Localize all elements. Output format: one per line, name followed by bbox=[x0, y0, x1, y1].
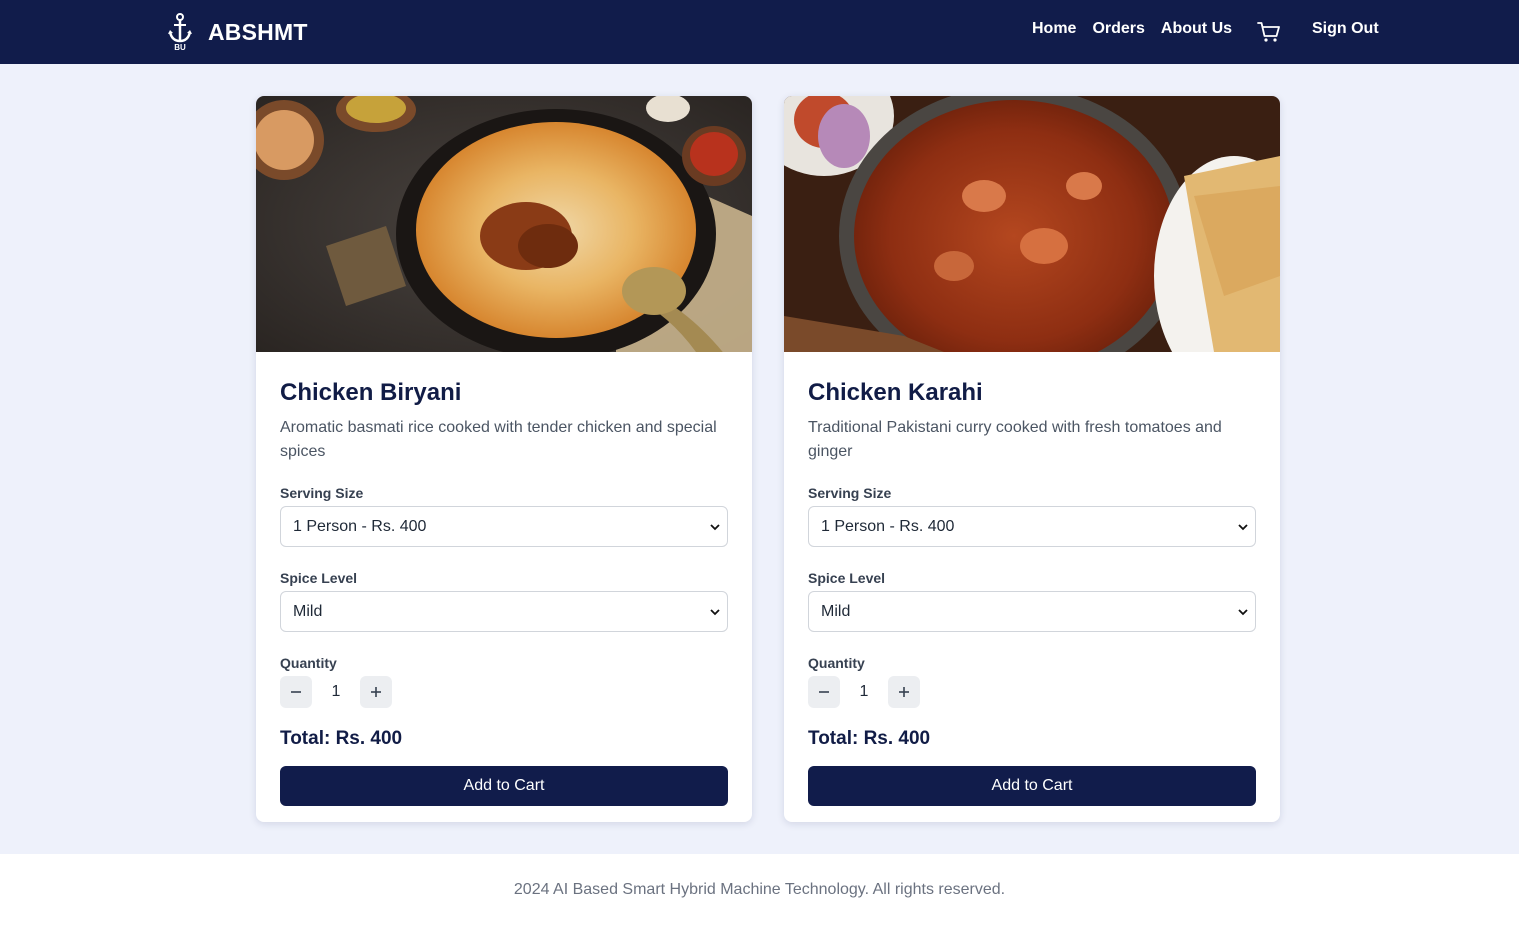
total-price: Total: Rs. 400 bbox=[280, 728, 403, 749]
product-description: Aromatic basmati rice cooked with tender… bbox=[280, 419, 717, 460]
increase-quantity-button[interactable] bbox=[360, 676, 392, 708]
decrease-quantity-button[interactable] bbox=[280, 676, 312, 708]
brand[interactable]: BU ABSHMT bbox=[166, 12, 308, 52]
card-body: Chicken Biryani Aromatic basmati rice co… bbox=[280, 376, 728, 806]
serving-size-select[interactable]: 1 Person - Rs. 400 bbox=[808, 506, 1256, 547]
product-card-karahi: Chicken Karahi Traditional Pakistani cur… bbox=[784, 96, 1280, 822]
brand-name[interactable]: ABSHMT bbox=[208, 19, 308, 46]
quantity-label: Quantity bbox=[280, 655, 337, 671]
plus-icon bbox=[371, 687, 381, 697]
sign-out-link[interactable]: Sign Out bbox=[1312, 20, 1379, 38]
anchor-logo-icon: BU bbox=[166, 12, 194, 52]
product-title: Chicken Karahi bbox=[808, 379, 983, 406]
add-to-cart-button[interactable]: Add to Cart bbox=[280, 766, 728, 806]
footer-copyright: 2024 AI Based Smart Hybrid Machine Techn… bbox=[513, 881, 1006, 898]
quantity-stepper: 1 bbox=[280, 676, 728, 708]
card-body: Chicken Karahi Traditional Pakistani cur… bbox=[808, 376, 1256, 806]
spice-level-select[interactable]: Mild bbox=[808, 591, 1256, 632]
product-description: Traditional Pakistani curry cooked with … bbox=[808, 419, 1222, 460]
biryani-image bbox=[256, 96, 752, 352]
karahi-image bbox=[784, 96, 1280, 352]
add-to-cart-button[interactable]: Add to Cart bbox=[808, 766, 1256, 806]
minus-icon bbox=[819, 691, 829, 693]
serving-size-label: Serving Size bbox=[808, 485, 892, 501]
quantity-value: 1 bbox=[859, 683, 869, 700]
quantity-label: Quantity bbox=[808, 655, 865, 671]
serving-size-label: Serving Size bbox=[280, 485, 364, 501]
spice-level-value: Mild bbox=[821, 603, 851, 620]
footer: 2024 AI Based Smart Hybrid Machine Techn… bbox=[0, 854, 1519, 926]
chevron-down-icon bbox=[710, 609, 720, 616]
chevron-down-icon bbox=[1238, 524, 1248, 531]
serving-size-value: 1 Person - Rs. 400 bbox=[821, 518, 955, 535]
product-card-biryani: Chicken Biryani Aromatic basmati rice co… bbox=[256, 96, 752, 822]
minus-icon bbox=[291, 691, 301, 693]
nav-about-us[interactable]: About Us bbox=[1161, 20, 1232, 38]
logo-text: BU bbox=[174, 43, 186, 52]
chevron-down-icon bbox=[710, 524, 720, 531]
increase-quantity-button[interactable] bbox=[888, 676, 920, 708]
nav-orders[interactable]: Orders bbox=[1092, 20, 1144, 38]
nav-home[interactable]: Home bbox=[1032, 20, 1076, 38]
spice-level-value: Mild bbox=[293, 603, 323, 620]
total-price: Total: Rs. 400 bbox=[808, 728, 931, 749]
chevron-down-icon bbox=[1238, 609, 1248, 616]
product-title: Chicken Biryani bbox=[280, 379, 462, 406]
spice-level-select[interactable]: Mild bbox=[280, 591, 728, 632]
spice-level-label: Spice Level bbox=[808, 570, 886, 586]
serving-size-value: 1 Person - Rs. 400 bbox=[293, 518, 427, 535]
decrease-quantity-button[interactable] bbox=[808, 676, 840, 708]
spice-level-label: Spice Level bbox=[280, 570, 358, 586]
quantity-stepper: 1 bbox=[808, 676, 1256, 708]
plus-icon bbox=[899, 687, 909, 697]
shopping-cart-icon[interactable] bbox=[1257, 21, 1281, 43]
nav-links: Home Orders About Us bbox=[1032, 20, 1248, 38]
quantity-value: 1 bbox=[331, 683, 341, 700]
serving-size-select[interactable]: 1 Person - Rs. 400 bbox=[280, 506, 728, 547]
navbar: BU ABSHMT Home Orders About Us Sign Out bbox=[0, 0, 1519, 64]
